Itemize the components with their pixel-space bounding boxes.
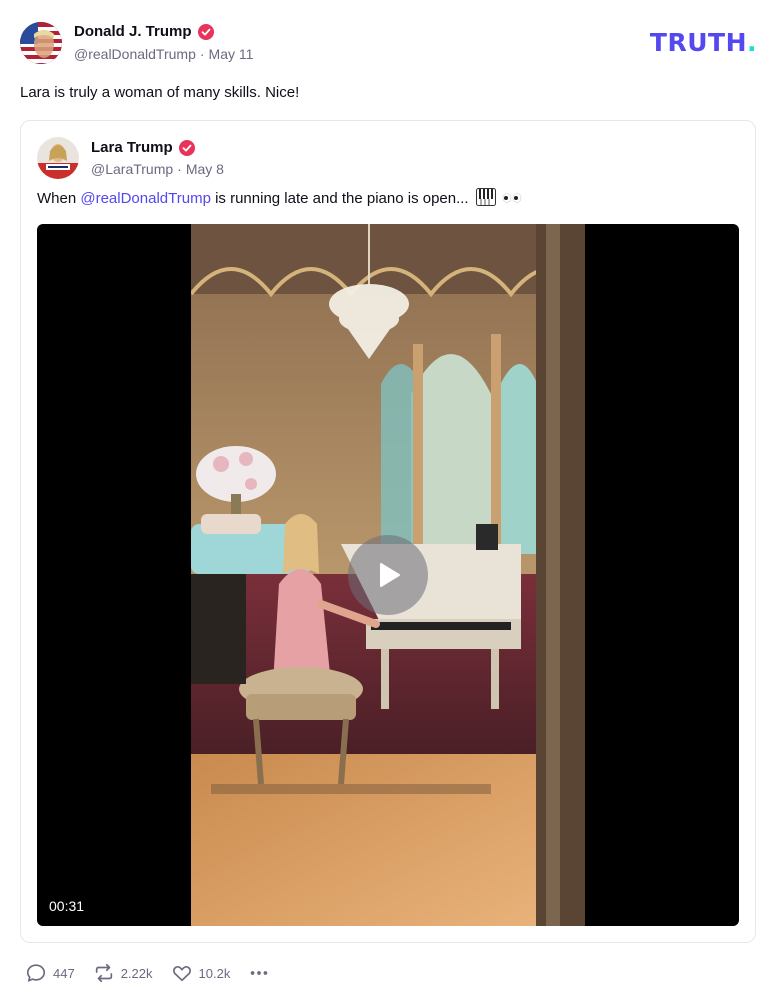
- video-duration: 00:31: [49, 898, 85, 914]
- post-text: Lara is truly a woman of many skills. Ni…: [20, 84, 300, 101]
- post-date[interactable]: May 11: [209, 46, 254, 62]
- more-icon: [251, 971, 268, 975]
- meta-separator: ·: [177, 161, 182, 177]
- play-icon: [380, 563, 400, 587]
- like-icon: [172, 966, 191, 982]
- video-player[interactable]: 00:31: [37, 224, 739, 926]
- verified-badge-icon: [178, 139, 195, 156]
- mention-link[interactable]: @realDonaldTrump: [80, 190, 211, 207]
- quoted-post-text: When @realDonaldTrump is running late an…: [37, 188, 522, 207]
- author-name-line: Donald J. Trump: [74, 23, 214, 40]
- reply-button[interactable]: 447: [25, 962, 75, 984]
- post-actions: 447 2.22k 10.2k: [25, 962, 270, 984]
- quoted-author-name-line: Lara Trump: [91, 139, 195, 156]
- quoted-author-handle[interactable]: @LaraTrump: [91, 161, 173, 177]
- truth-post: Donald J. Trump @realDonaldTrump · May 1…: [0, 0, 777, 1005]
- retruth-button[interactable]: 2.22k: [93, 962, 153, 984]
- quoted-author-display-name[interactable]: Lara Trump: [91, 139, 173, 156]
- play-button[interactable]: [348, 535, 428, 615]
- piano-emoji-icon: [475, 188, 496, 206]
- author-handle[interactable]: @realDonaldTrump: [74, 46, 196, 62]
- quoted-text-before: When: [37, 190, 81, 207]
- truth-social-logo[interactable]: TRUTH.: [650, 28, 757, 57]
- reply-icon: [26, 964, 46, 982]
- quoted-post-date[interactable]: May 8: [186, 161, 224, 177]
- like-button[interactable]: 10.2k: [171, 962, 231, 984]
- author-display-name[interactable]: Donald J. Trump: [74, 23, 192, 40]
- logo-dot: .: [747, 28, 757, 57]
- author-avatar[interactable]: [20, 22, 62, 64]
- eyes-emoji-icon: [502, 193, 522, 203]
- verified-badge-icon: [197, 23, 214, 40]
- meta-separator: ·: [199, 46, 205, 62]
- author-meta: @realDonaldTrump · May 11: [74, 46, 253, 62]
- like-count: 10.2k: [198, 965, 231, 981]
- reply-count: 447: [53, 965, 75, 981]
- more-options-button[interactable]: [248, 962, 270, 984]
- retruth-icon: [95, 963, 112, 983]
- quoted-author-avatar[interactable]: [37, 137, 79, 179]
- logo-text: TRUTH: [649, 28, 747, 57]
- quoted-author-meta: @LaraTrump · May 8: [91, 161, 224, 177]
- retruth-count: 2.22k: [120, 965, 153, 981]
- quoted-text-after: is running late and the piano is open...: [210, 190, 469, 207]
